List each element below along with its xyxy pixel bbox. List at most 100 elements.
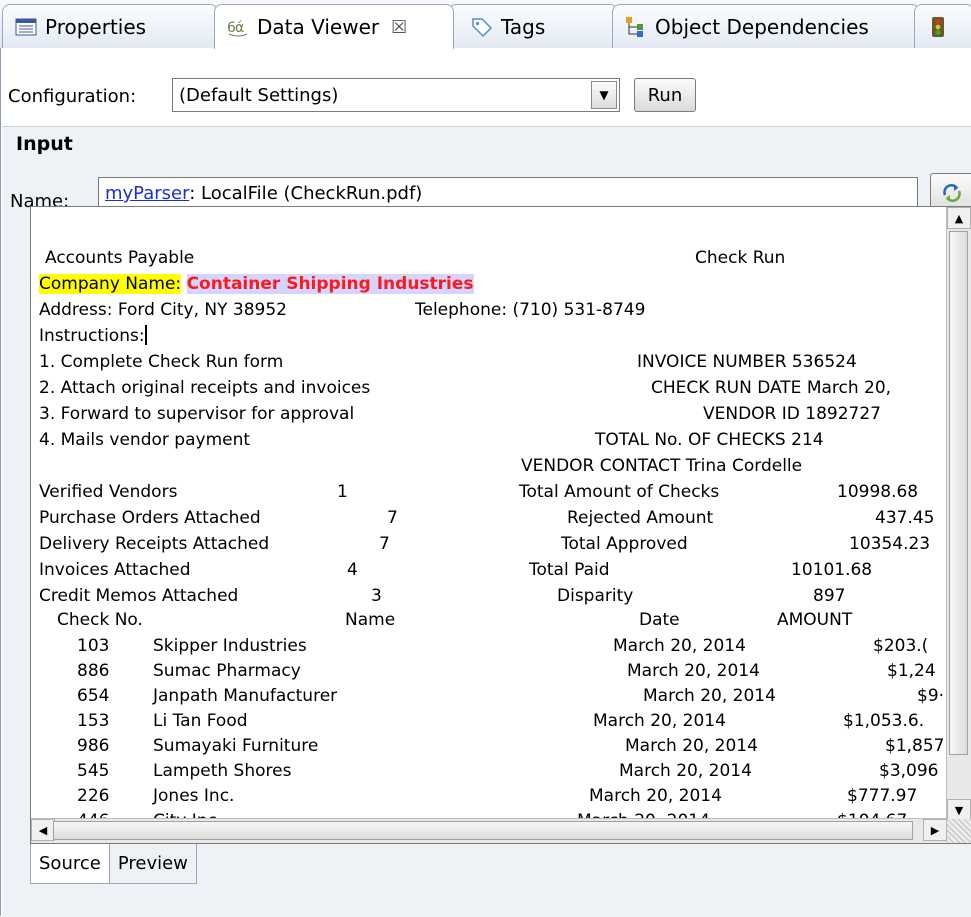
- table-row-date: March 20, 2014: [613, 636, 746, 656]
- company-name-highlight: Container Shipping Industries: [186, 274, 474, 294]
- doc-total-value: 10354.23: [849, 534, 931, 554]
- object-dependencies-icon: [625, 16, 647, 38]
- svg-text:ά: ά: [235, 20, 244, 36]
- traffic-light-icon: [927, 16, 949, 38]
- tab-preview[interactable]: Preview: [109, 844, 197, 884]
- vertical-scroll-thumb[interactable]: [949, 231, 968, 755]
- table-row-check-no: 654: [77, 686, 110, 706]
- doc-total-label: Rejected Amount: [567, 508, 714, 528]
- tab-data-viewer-label: Data Viewer: [257, 15, 380, 39]
- tab-object-dependencies[interactable]: Object Dependencies: [612, 4, 920, 48]
- doc-telephone: Telephone: (710) 531-8749: [415, 300, 646, 320]
- parser-link[interactable]: myParser: [105, 183, 189, 204]
- table-row-amount: $777.97: [847, 786, 918, 806]
- table-row-date: March 20, 2014: [619, 761, 752, 781]
- doc-count-label: Invoices Attached: [39, 560, 191, 580]
- tab-tags-label: Tags: [501, 14, 546, 39]
- scroll-left-icon[interactable]: ◀: [31, 819, 55, 841]
- horizontal-scrollbar[interactable]: ◀ ▶: [31, 818, 947, 843]
- doc-invoice-number: INVOICE NUMBER 536524: [637, 352, 857, 372]
- scroll-up-icon[interactable]: ▲: [947, 207, 971, 229]
- dropdown-arrow-icon[interactable]: ▼: [591, 81, 617, 109]
- doc-count-value: 3: [371, 586, 382, 606]
- doc-step: 1. Complete Check Run form: [39, 352, 284, 372]
- table-row-date: March 20, 2014: [625, 736, 758, 756]
- doc-total-value: 10101.68: [791, 560, 873, 580]
- table-row-name: Sumac Pharmacy: [153, 661, 301, 681]
- scroll-down-icon[interactable]: ▼: [947, 799, 971, 821]
- doc-address: Address: Ford City, NY 38952: [39, 300, 288, 320]
- doc-vendor-id: VENDOR ID 1892727: [703, 404, 881, 424]
- doc-total-checks: TOTAL No. OF CHECKS 214: [595, 430, 824, 450]
- doc-department: Accounts Payable: [45, 248, 195, 268]
- doc-total-label: Disparity: [557, 586, 634, 606]
- view-tab-bar: Properties 6ά Data Viewer ☒ Tags Object …: [0, 0, 971, 49]
- table-row-name: Sumayaki Furniture: [153, 736, 319, 756]
- table-row-amount: $1,053.6.: [843, 711, 925, 731]
- table-row-name: Janpath Manufacturer: [153, 686, 338, 706]
- tab-properties[interactable]: Properties: [2, 4, 218, 48]
- tab-overflow[interactable]: [914, 4, 971, 48]
- table-row-date: March 20, 2014: [589, 786, 722, 806]
- table-row-date: March 20, 2014: [643, 686, 776, 706]
- vertical-scrollbar[interactable]: ▲ ▼: [946, 207, 971, 821]
- scroll-right-icon[interactable]: ▶: [923, 819, 947, 841]
- configuration-select[interactable]: (Default Settings) ▼: [172, 78, 620, 112]
- table-row-name: Skipper Industries: [153, 636, 307, 656]
- tab-properties-label: Properties: [45, 14, 147, 39]
- input-section-title: Input: [16, 133, 73, 155]
- company-label-highlight: Company Name:: [39, 274, 182, 294]
- table-row-check-no: 103: [77, 636, 110, 656]
- doc-step: 4. Mails vendor payment: [39, 430, 251, 450]
- tab-source[interactable]: Source: [30, 844, 110, 884]
- table-row-check-no: 226: [77, 786, 110, 806]
- data-viewer-icon: 6ά: [227, 16, 249, 38]
- close-icon[interactable]: ☒: [391, 17, 407, 38]
- document-viewer[interactable]: Accounts Payable Check Run Company Name:…: [30, 206, 971, 844]
- doc-total-label: Total Approved: [561, 534, 688, 554]
- tag-icon: [471, 16, 493, 38]
- doc-count-value: 1: [337, 482, 348, 502]
- run-button[interactable]: Run: [634, 78, 696, 112]
- doc-count-value: 4: [347, 560, 358, 580]
- table-row-date: March 20, 2014: [593, 711, 726, 731]
- properties-icon: [15, 16, 37, 38]
- doc-count-label: Verified Vendors: [39, 482, 178, 502]
- table-header-name: Name: [345, 610, 396, 630]
- horizontal-scroll-thumb[interactable]: [53, 821, 913, 840]
- doc-count-label: Credit Memos Attached: [39, 586, 239, 606]
- doc-step: 2. Attach original receipts and invoices: [39, 378, 371, 398]
- resize-grip: [947, 819, 971, 843]
- tab-object-dependencies-label: Object Dependencies: [655, 14, 869, 39]
- instructions-label: Instructions:: [39, 326, 145, 346]
- doc-company-line: Company Name: Container Shipping Industr…: [39, 273, 474, 295]
- table-header-amount: AMOUNT: [777, 610, 853, 630]
- table-row-check-no: 986: [77, 736, 110, 756]
- doc-total-label: Total Amount of Checks: [519, 482, 720, 502]
- table-row-check-no: 545: [77, 761, 110, 781]
- doc-total-value: 437.45: [875, 508, 935, 528]
- document-content: Accounts Payable Check Run Company Name:…: [31, 207, 947, 821]
- doc-vendor-contact: VENDOR CONTACT Trina Cordelle: [521, 456, 803, 476]
- doc-count-label: Purchase Orders Attached: [39, 508, 261, 528]
- viewer-mode-tabs: Source Preview: [30, 844, 197, 886]
- table-row-name: Jones Inc.: [153, 786, 235, 806]
- doc-total-label: Total Paid: [529, 560, 610, 580]
- doc-count-label: Delivery Receipts Attached: [39, 534, 270, 554]
- doc-instructions: Instructions:: [39, 325, 147, 347]
- doc-count-value: 7: [387, 508, 398, 528]
- tab-data-viewer[interactable]: 6ά Data Viewer ☒: [214, 4, 454, 49]
- tab-tags[interactable]: Tags: [448, 4, 618, 48]
- table-header-date: Date: [639, 610, 680, 630]
- configuration-value: (Default Settings): [179, 84, 339, 106]
- doc-count-value: 7: [379, 534, 390, 554]
- doc-title: Check Run: [695, 248, 786, 268]
- table-row-amount: $9·: [917, 686, 945, 706]
- table-row-check-no: 153: [77, 711, 110, 731]
- table-row-check-no: 886: [77, 661, 110, 681]
- table-row-amount: $203.(: [873, 636, 929, 656]
- table-row-name: Lampeth Shores: [153, 761, 292, 781]
- table-row-amount: $3,096: [879, 761, 939, 781]
- table-row-amount: $1,857: [885, 736, 945, 756]
- text-caret: [144, 325, 147, 345]
